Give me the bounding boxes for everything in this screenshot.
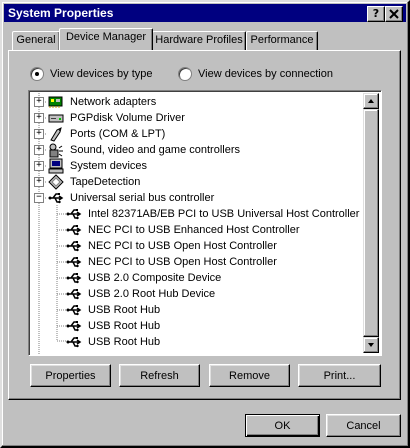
usb-icon	[66, 305, 82, 316]
disk-drive-icon	[48, 114, 64, 123]
device-tree[interactable]: + Network adapters + PGPdisk Volume Driv…	[28, 90, 382, 356]
remove-button[interactable]: Remove	[209, 364, 290, 387]
vertical-scrollbar[interactable]	[363, 93, 379, 353]
tab-hardware-profiles[interactable]: Hardware Profiles	[152, 31, 246, 50]
tree-item-label: USB 2.0 Root Hub Device	[88, 288, 216, 300]
view-by-type-label: View devices by type	[50, 68, 153, 80]
tab-label: Hardware Profiles	[155, 34, 243, 46]
close-button[interactable]	[385, 6, 403, 22]
ok-button[interactable]: OK	[245, 414, 320, 437]
button-label: Cancel	[346, 420, 381, 432]
usb-icon	[66, 225, 82, 236]
expand-toggle[interactable]: +	[34, 145, 44, 155]
close-icon	[389, 9, 399, 19]
expand-toggle[interactable]: +	[34, 129, 44, 139]
tree-item-label: USB 2.0 Composite Device	[88, 272, 222, 284]
button-label: Remove	[229, 370, 270, 382]
expand-toggle[interactable]: +	[34, 97, 44, 107]
tree-item-label: Network adapters	[70, 96, 157, 108]
tab-general[interactable]: General	[12, 31, 60, 50]
tab-performance[interactable]: Performance	[246, 31, 318, 50]
button-label: Refresh	[140, 370, 179, 382]
button-label: Properties	[45, 370, 96, 382]
tape-icon	[48, 174, 64, 190]
tree-item-label: USB Root Hub	[88, 336, 161, 348]
button-label: Print...	[323, 370, 356, 382]
scroll-down-button[interactable]	[363, 337, 379, 353]
computer-icon	[48, 158, 64, 174]
collapse-toggle[interactable]: −	[34, 193, 44, 203]
usb-icon	[66, 209, 82, 220]
view-by-connection-option[interactable]: View devices by connection	[178, 67, 333, 81]
tab-label: Performance	[250, 34, 314, 46]
usb-icon	[66, 241, 82, 252]
window-title: System Properties	[8, 6, 114, 20]
tree-item-label: System devices	[70, 160, 148, 172]
expand-toggle[interactable]: +	[34, 177, 44, 187]
tab-label: Device Manager	[65, 31, 147, 43]
radio-button[interactable]	[30, 67, 44, 81]
radio-button[interactable]	[178, 67, 192, 81]
expand-toggle[interactable]: +	[34, 113, 44, 123]
tab-device-manager[interactable]: Device Manager	[59, 28, 153, 50]
button-label: OK	[274, 420, 291, 432]
usb-icon	[66, 337, 82, 348]
tree-item-label: NEC PCI to USB Open Host Controller	[88, 256, 277, 268]
tree-item-label: USB Root Hub	[88, 320, 161, 332]
arrow-down-icon	[368, 343, 374, 347]
usb-icon	[66, 321, 82, 332]
print-button[interactable]: Print...	[298, 364, 381, 387]
help-button[interactable]: ?	[367, 6, 385, 22]
tree-item-label: TapeDetection	[70, 176, 141, 188]
tree-item-label: Intel 82371AB/EB PCI to USB Universal Ho…	[88, 208, 360, 220]
tree-item-label: Sound, video and game controllers	[70, 144, 240, 156]
tree-item-label: USB Root Hub	[88, 304, 161, 316]
tree-item-label: NEC PCI to USB Open Host Controller	[88, 240, 277, 252]
expand-toggle[interactable]: +	[34, 161, 44, 171]
scroll-up-button[interactable]	[363, 93, 379, 109]
tree-item-label: Ports (COM & LPT)	[70, 128, 166, 140]
refresh-button[interactable]: Refresh	[119, 364, 200, 387]
usb-icon	[66, 273, 82, 284]
port-icon	[50, 127, 62, 142]
tree-item-label: Universal serial bus controller	[70, 192, 215, 204]
arrow-up-icon	[368, 99, 374, 103]
sound-icon	[49, 143, 63, 158]
cancel-button[interactable]: Cancel	[326, 414, 401, 437]
tree-item-label: PGPdisk Volume Driver	[70, 112, 185, 124]
tab-label: General	[16, 34, 56, 46]
usb-icon	[48, 193, 64, 204]
usb-icon	[66, 257, 82, 268]
view-by-connection-label: View devices by connection	[198, 68, 333, 80]
scroll-thumb[interactable]	[363, 109, 379, 337]
usb-icon	[66, 289, 82, 300]
properties-button[interactable]: Properties	[30, 364, 111, 387]
network-adapter-icon	[48, 96, 63, 108]
view-by-type-option[interactable]: View devices by type	[30, 67, 153, 81]
title-bar[interactable]: System Properties ?	[4, 4, 406, 22]
tree-item-label: NEC PCI to USB Enhanced Host Controller	[88, 224, 300, 236]
